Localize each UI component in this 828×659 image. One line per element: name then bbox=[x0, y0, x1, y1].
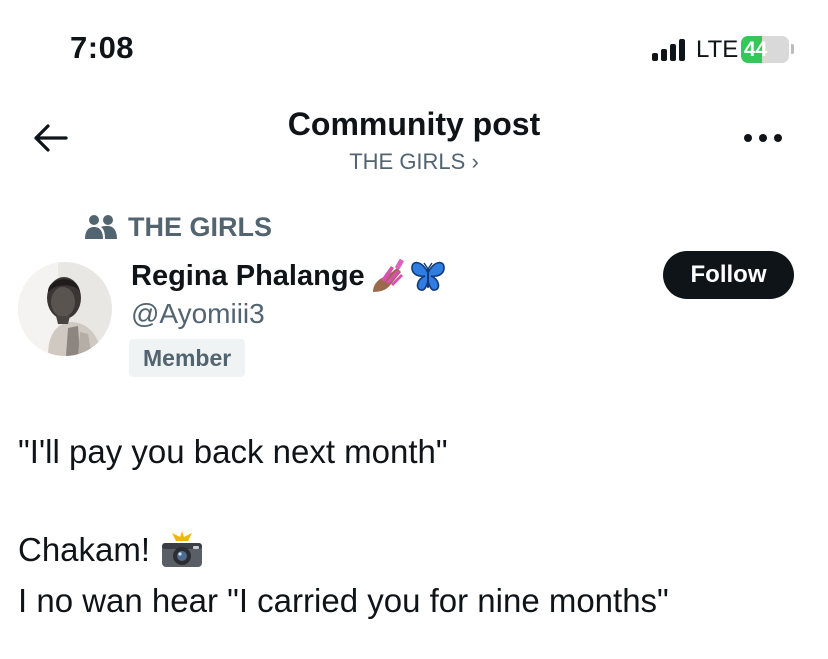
post-text-line-3: I no wan hear "I carried you for nine mo… bbox=[18, 582, 669, 619]
community-post-screen: 7:08 LTE 44 Community post THE GIRLS › T… bbox=[0, 0, 828, 659]
page-title: Community post bbox=[287, 106, 541, 142]
battery-level: 44 bbox=[744, 38, 768, 61]
community-label: THE GIRLS bbox=[128, 211, 273, 242]
post-text-line-2-text: Chakam! bbox=[18, 531, 151, 568]
battery-cap bbox=[791, 44, 794, 54]
status-time: 7:08 bbox=[70, 30, 135, 65]
post-text-line-1: "I'll pay you back next month" bbox=[18, 433, 448, 470]
author-display-name: Regina Phalange bbox=[131, 259, 365, 292]
follow-button[interactable]: Follow bbox=[663, 251, 794, 299]
role-badge: Member bbox=[129, 339, 246, 377]
author-name-row[interactable]: Regina Phalange bbox=[131, 255, 447, 297]
community-context[interactable]: THE GIRLS bbox=[84, 210, 272, 244]
battery-icon: 44 bbox=[741, 36, 789, 63]
network-type: LTE bbox=[696, 36, 739, 63]
avatar[interactable] bbox=[18, 262, 112, 356]
cellular-signal-icon bbox=[652, 39, 690, 61]
post-text-line-2: Chakam! bbox=[18, 531, 204, 569]
people-icon bbox=[85, 215, 117, 239]
community-link[interactable]: THE GIRLS › bbox=[0, 149, 828, 175]
butterfly-emoji bbox=[410, 261, 445, 291]
camera-flash-emoji bbox=[162, 531, 203, 567]
nail-polish-emoji bbox=[372, 259, 404, 292]
ellipsis-icon[interactable] bbox=[740, 122, 786, 152]
author-handle[interactable]: @Ayomiii3 bbox=[131, 298, 265, 330]
